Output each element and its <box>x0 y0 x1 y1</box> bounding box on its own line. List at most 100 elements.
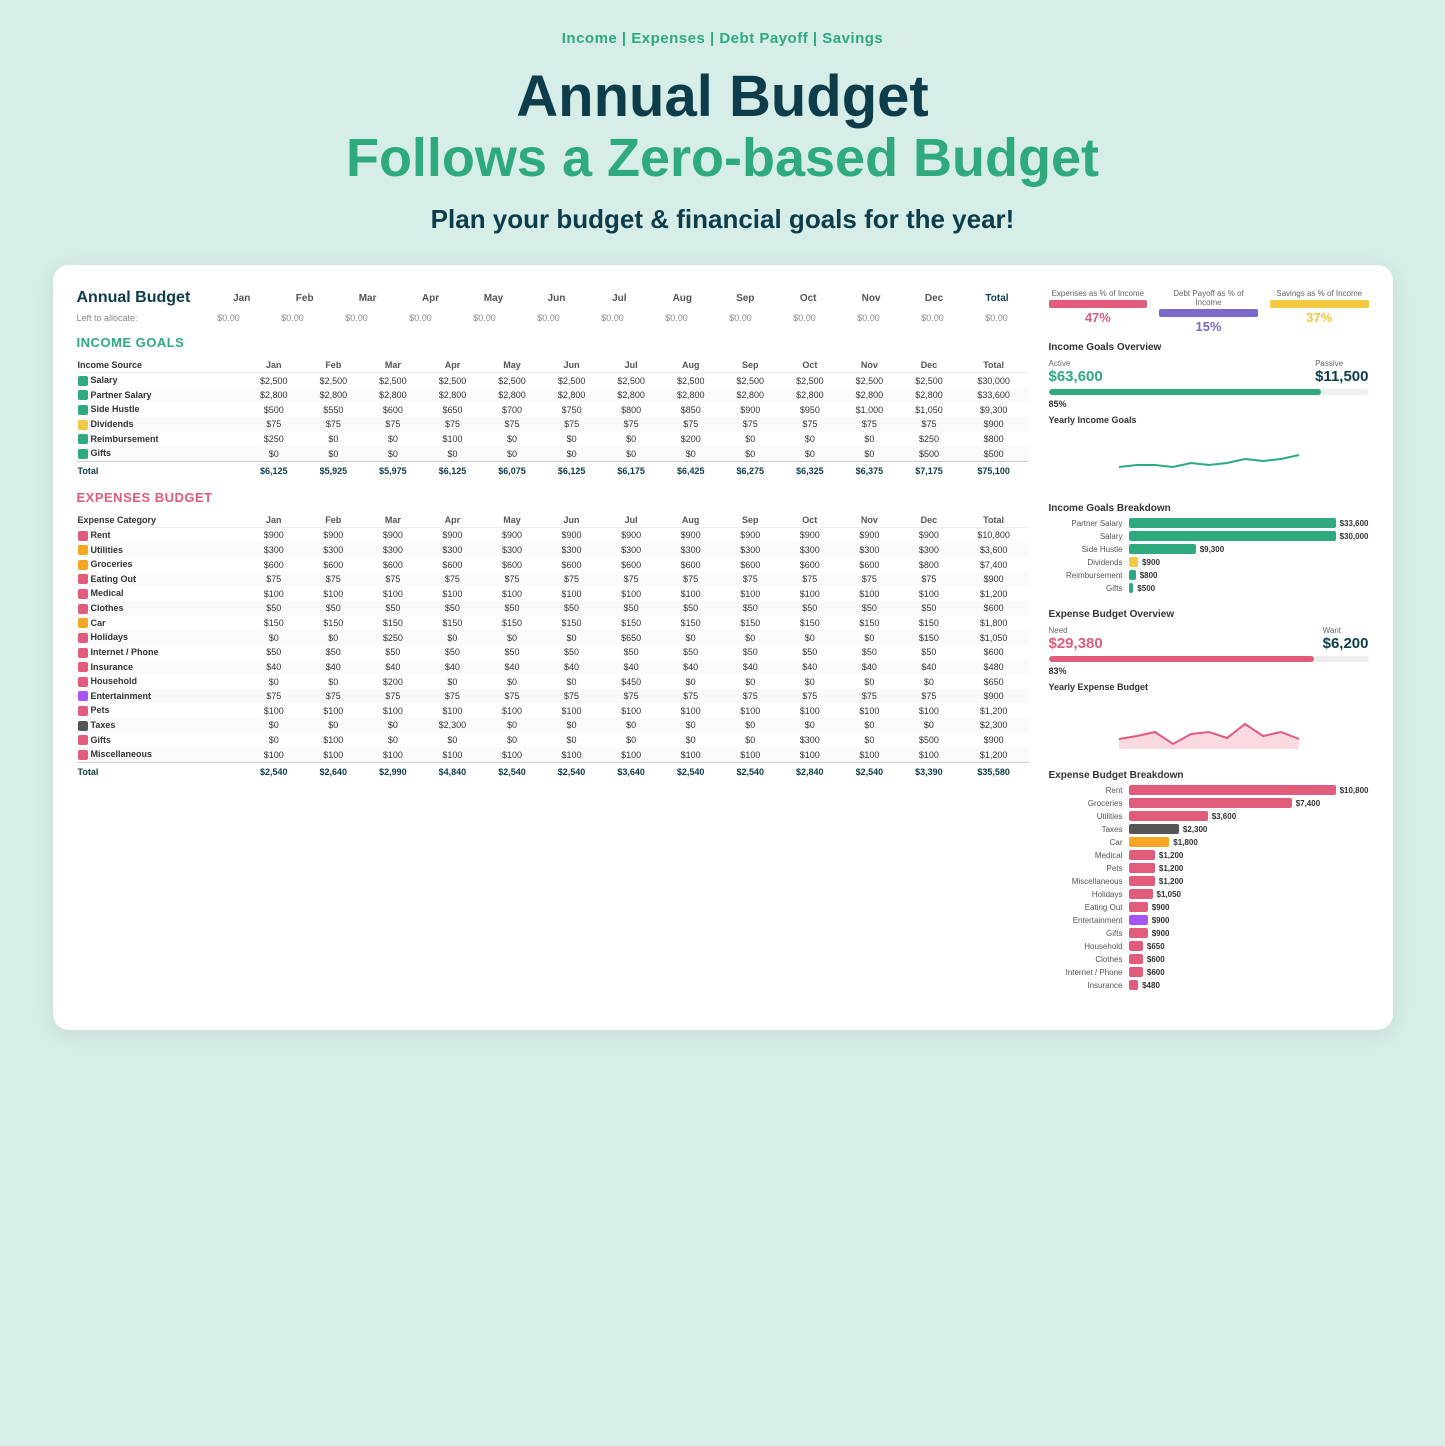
table-row: Utilities $300$300$300$300$300$300$300$3… <box>77 543 1029 558</box>
table-row: Household $0$0$200$0$0$0$450$0$0$0$0$0$6… <box>77 674 1029 689</box>
table-row: Eating Out $75$75$75$75$75$75$75$75$75$7… <box>77 572 1029 587</box>
expense-need-amount: $29,380 <box>1049 635 1103 652</box>
col-aug: Aug <box>651 293 714 304</box>
table-row: Pets $100$100$100$100$100$100$100$100$10… <box>77 703 1029 718</box>
expense-breakdown-bars: Rent $10,800 Groceries $7,400 Utilities … <box>1049 785 1369 990</box>
left-panel: Annual Budget Jan Feb Mar Apr May Jun Ju… <box>77 289 1029 1006</box>
income-progress-fill <box>1049 389 1321 395</box>
table-row: Medical $100$100$100$100$100$100$100$100… <box>77 586 1029 601</box>
col-oct: Oct <box>777 293 840 304</box>
breakdown-row: Rent $10,800 <box>1049 785 1369 795</box>
yearly-expense-label: Yearly Expense Budget <box>1049 682 1369 692</box>
allocate-vals: $0.00 $0.00 $0.00 $0.00 $0.00 $0.00 $0.0… <box>197 313 1029 323</box>
table-row: Entertainment $75$75$75$75$75$75$75$75$7… <box>77 689 1029 704</box>
yearly-expense-chart-wrap: Yearly Expense Budget <box>1049 682 1369 754</box>
top-nav: Income | Expenses | Debt Payoff | Saving… <box>562 30 884 65</box>
expense-overview-section: Expense Budget Overview Need $29,380 Wan… <box>1049 609 1369 754</box>
breakdown-row: Salary $30,000 <box>1049 531 1369 541</box>
expense-breakdown-section: Expense Budget Breakdown Rent $10,800 Gr… <box>1049 770 1369 990</box>
col-dec: Dec <box>903 293 966 304</box>
nav-links: Income | Expenses | Debt Payoff | Saving… <box>562 30 884 47</box>
breakdown-row: Holidays $1,050 <box>1049 889 1369 899</box>
col-jun: Jun <box>525 293 588 304</box>
breakdown-row: Partner Salary $33,600 <box>1049 518 1369 528</box>
breakdown-row: Medical $1,200 <box>1049 850 1369 860</box>
breakdown-row: Car $1,800 <box>1049 837 1369 847</box>
sub-title: Follows a Zero-based Budget <box>346 129 1099 188</box>
allocate-row: Left to allocate: $0.00 $0.00 $0.00 $0.0… <box>77 313 1029 323</box>
expense-progress-bg <box>1049 656 1369 662</box>
income-overview-section: Income Goals Overview Active $63,600 Pas… <box>1049 342 1369 487</box>
col-may: May <box>462 293 525 304</box>
table-row: Reimbursement $250$0$0$100$0$0$0$200$0$0… <box>77 432 1029 447</box>
breakdown-row: Insurance $480 <box>1049 980 1369 990</box>
income-col-label: Income Source <box>77 358 244 373</box>
budget-title: Annual Budget <box>77 289 191 307</box>
table-row: Insurance $40$40$40$40$40$40$40$40$40$40… <box>77 660 1029 675</box>
table-row: Miscellaneous $100$100$100$100$100$100$1… <box>77 747 1029 762</box>
yearly-expense-svg <box>1049 694 1369 749</box>
expense-col-label: Expense Category <box>77 513 244 528</box>
expense-percent: 83% <box>1049 666 1369 676</box>
income-breakdown-section: Income Goals Breakdown Partner Salary $3… <box>1049 503 1369 593</box>
expense-progress-fill <box>1049 656 1315 662</box>
expense-breakdown-title: Expense Budget Breakdown <box>1049 770 1369 781</box>
table-row: Internet / Phone $50$50$50$50$50$50$50$5… <box>77 645 1029 660</box>
col-apr: Apr <box>399 293 462 304</box>
table-row: Gifts $0$0$0$0$0$0$0$0$0$0$0$500$500 <box>77 446 1029 461</box>
tagline: Plan your budget & financial goals for t… <box>431 204 1015 235</box>
income-percent: 85% <box>1049 399 1369 409</box>
breakdown-row: Taxes $2,300 <box>1049 824 1369 834</box>
budget-header: Annual Budget Jan Feb Mar Apr May Jun Ju… <box>77 289 1029 307</box>
table-row: Salary $2,500$2,500$2,500$2,500$2,500$2,… <box>77 373 1029 388</box>
income-breakdown-bars: Partner Salary $33,600 Salary $30,000 Si… <box>1049 518 1369 593</box>
expense-want-amount: $6,200 <box>1323 635 1369 652</box>
breakdown-row: Side Hustle $9,300 <box>1049 544 1369 554</box>
breakdown-row: Groceries $7,400 <box>1049 798 1369 808</box>
breakdown-row: Gifts $500 <box>1049 583 1369 593</box>
breakdown-row: Clothes $600 <box>1049 954 1369 964</box>
income-section-title: INCOME GOALS <box>77 335 1029 350</box>
yearly-income-chart-wrap: Yearly Income Goals <box>1049 415 1369 487</box>
breakdown-row: Gifts $900 <box>1049 928 1369 938</box>
col-total: Total <box>966 293 1029 304</box>
month-headers: Jan Feb Mar Apr May Jun Jul Aug Sep Oct … <box>210 293 1028 304</box>
col-sep: Sep <box>714 293 777 304</box>
table-row: Clothes $50$50$50$50$50$50$50$50$50$50$5… <box>77 601 1029 616</box>
income-progress-bg <box>1049 389 1369 395</box>
table-row: Groceries $600$600$600$600$600$600$600$6… <box>77 557 1029 572</box>
breakdown-row: Dividends $900 <box>1049 557 1369 567</box>
income-breakdown-title: Income Goals Breakdown <box>1049 503 1369 514</box>
income-overview-title: Income Goals Overview <box>1049 342 1369 353</box>
table-row: Holidays $0$0$250$0$0$0$650$0$0$0$0$150$… <box>77 630 1029 645</box>
income-passive-amount: $11,500 <box>1315 368 1368 385</box>
income-total-row: Total$6,125$5,925$5,975$6,125$6,075$6,12… <box>77 461 1029 478</box>
right-panel: Expenses as % of Income 47% Debt Payoff … <box>1049 289 1369 1006</box>
breakdown-row: Eating Out $900 <box>1049 902 1369 912</box>
pct-badges: Expenses as % of Income 47% Debt Payoff … <box>1049 289 1369 334</box>
col-nov: Nov <box>840 293 903 304</box>
pct-badge: Savings as % of Income 37% <box>1270 289 1369 334</box>
expense-total-row: Total$2,540$2,640$2,990$4,840$2,540$2,54… <box>77 762 1029 779</box>
table-row: Gifts $0$100$0$0$0$0$0$0$0$300$0$500$900 <box>77 733 1029 748</box>
breakdown-row: Utilities $3,600 <box>1049 811 1369 821</box>
breakdown-row: Household $650 <box>1049 941 1369 951</box>
table-row: Dividends $75$75$75$75$75$75$75$75$75$75… <box>77 417 1029 432</box>
table-row: Rent $900$900$900$900$900$900$900$900$90… <box>77 527 1029 542</box>
table-row: Car $150$150$150$150$150$150$150$150$150… <box>77 616 1029 631</box>
breakdown-row: Entertainment $900 <box>1049 915 1369 925</box>
expense-overview-title: Expense Budget Overview <box>1049 609 1369 620</box>
col-mar: Mar <box>336 293 399 304</box>
pct-badge: Expenses as % of Income 47% <box>1049 289 1148 334</box>
table-row: Side Hustle $500$550$600$650$700$750$800… <box>77 402 1029 417</box>
main-title: Annual Budget <box>516 65 928 129</box>
income-table: Income Source JanFebMar AprMayJun JulAug… <box>77 358 1029 478</box>
yearly-income-label: Yearly Income Goals <box>1049 415 1369 425</box>
yearly-income-svg <box>1049 427 1369 482</box>
col-jan: Jan <box>210 293 273 304</box>
table-row: Taxes $0$0$0$2,300$0$0$0$0$0$0$0$0$2,300 <box>77 718 1029 733</box>
col-feb: Feb <box>273 293 336 304</box>
breakdown-row: Reimbursement $800 <box>1049 570 1369 580</box>
income-active-amount: $63,600 <box>1049 368 1103 385</box>
dashboard: Annual Budget Jan Feb Mar Apr May Jun Ju… <box>53 265 1393 1030</box>
